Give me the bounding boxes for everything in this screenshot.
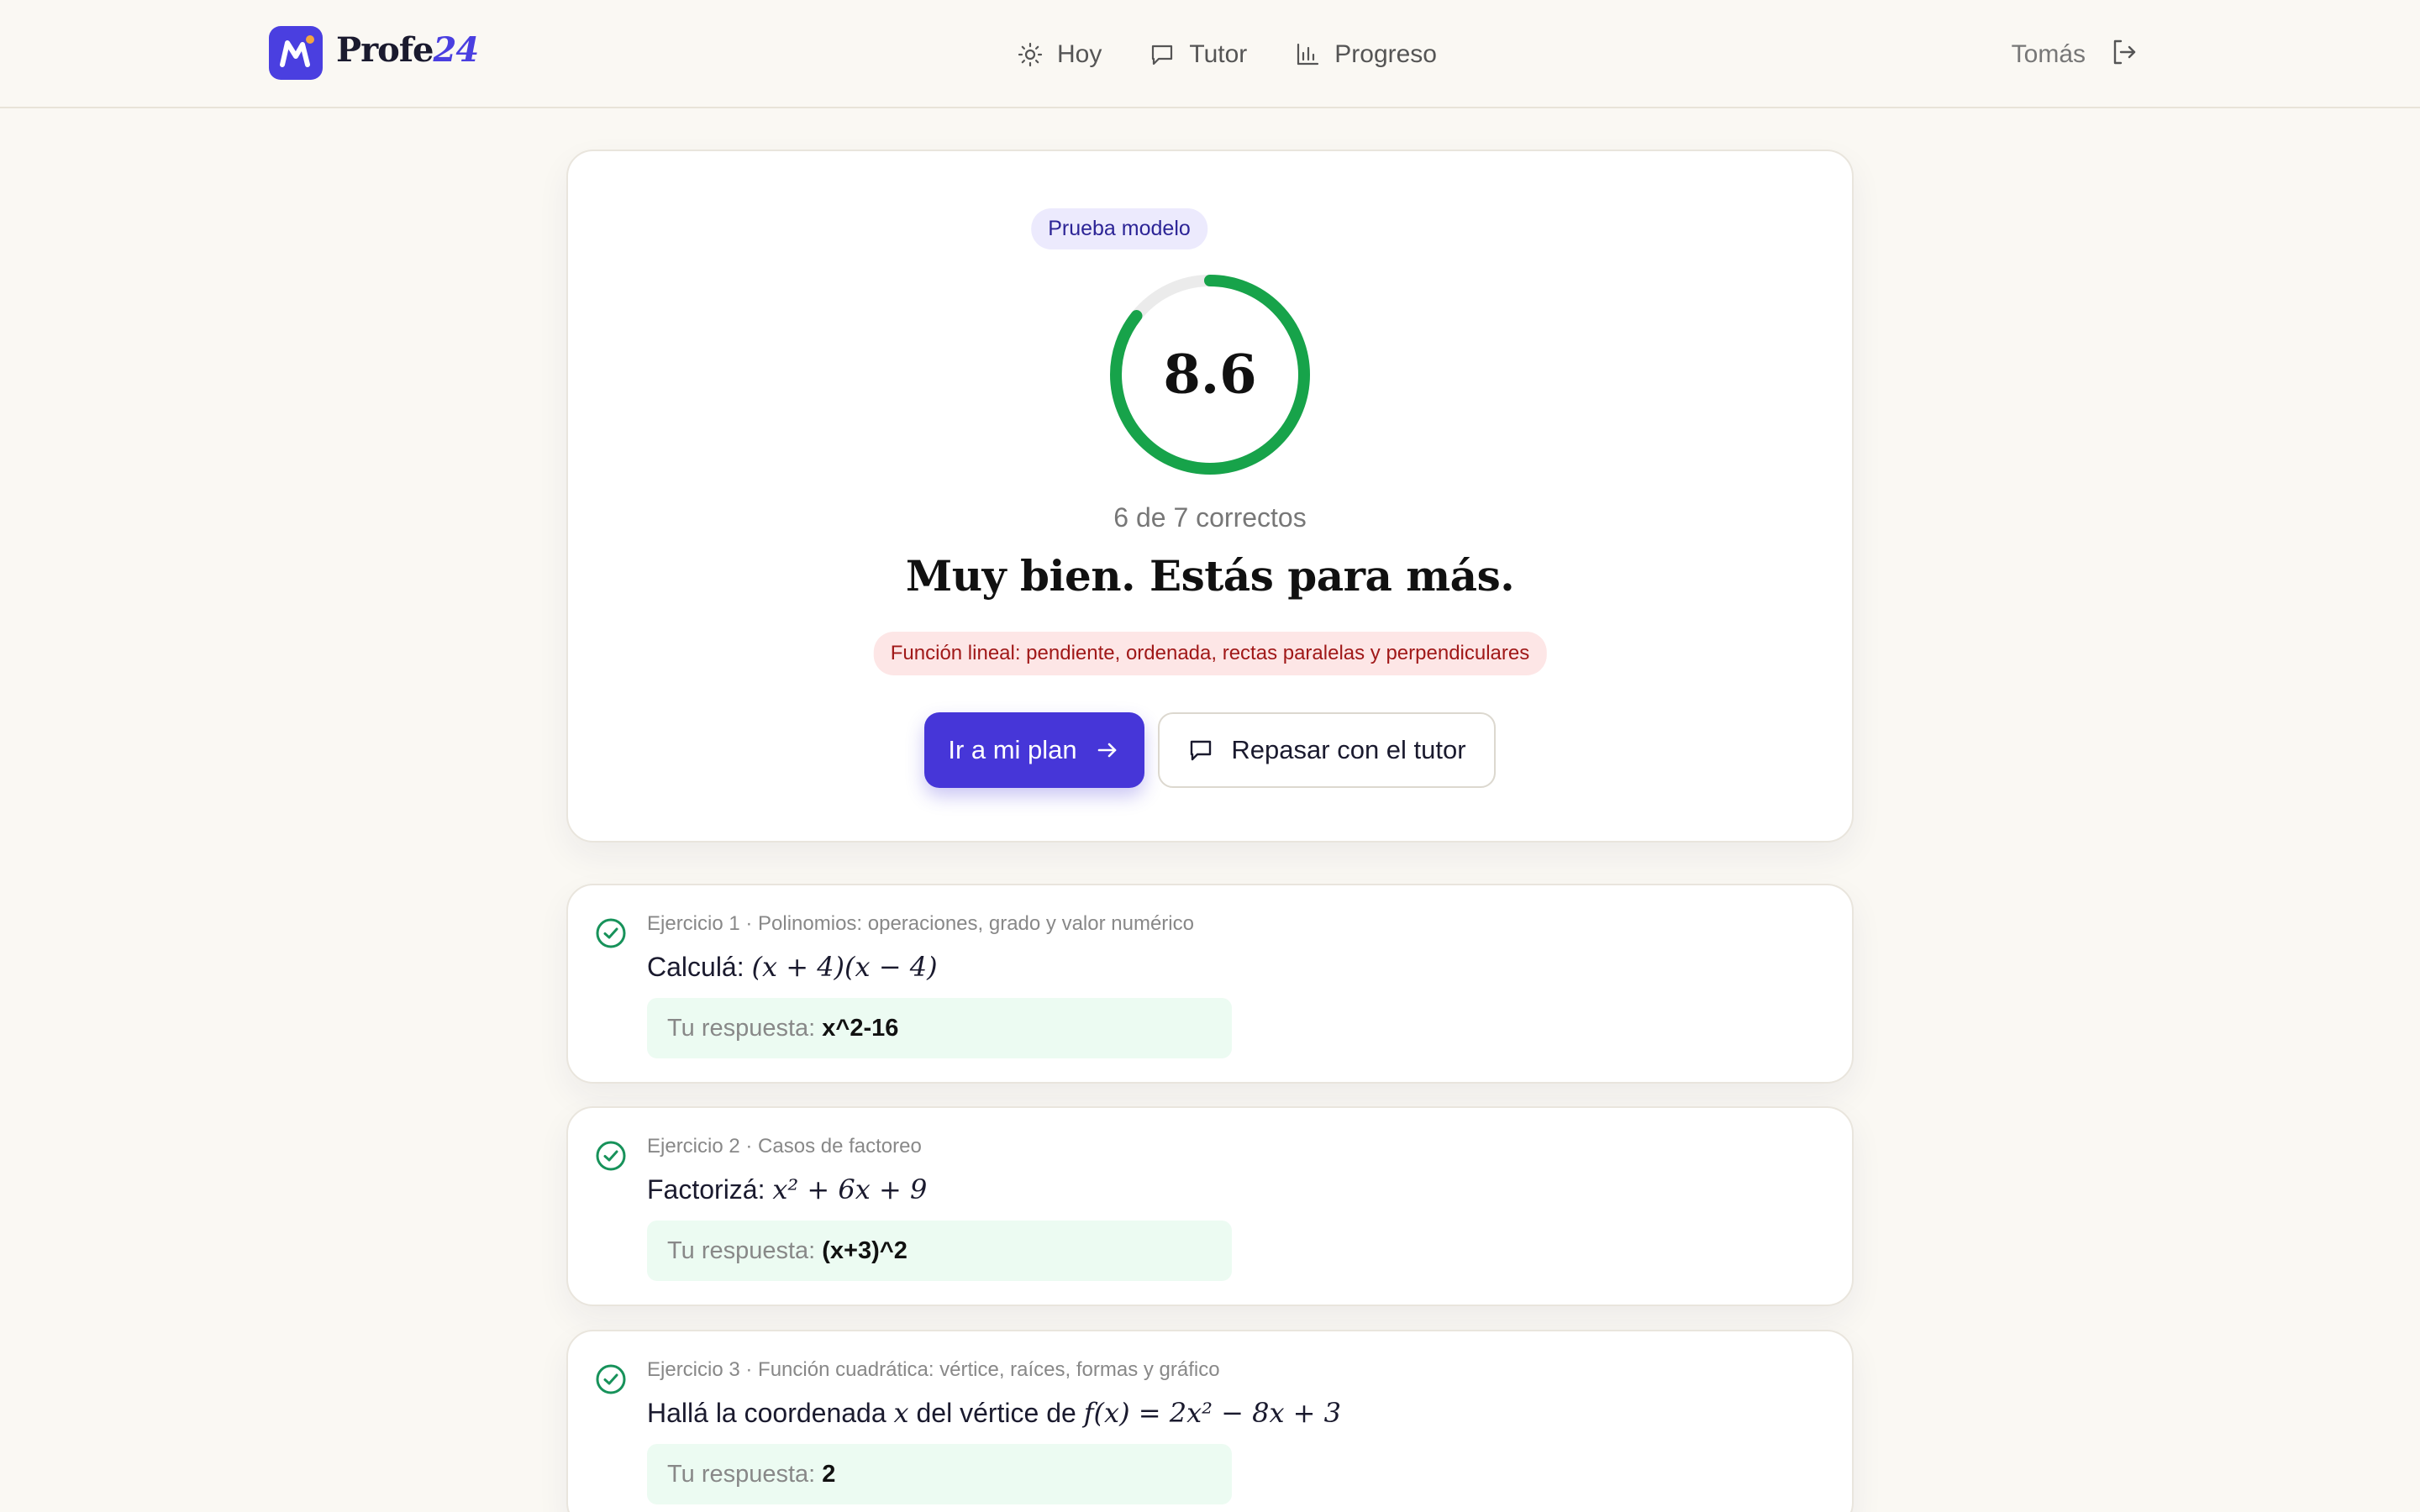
exercise-meta: Ejercicio 3 · Función cuadrática: vértic…	[647, 1358, 1220, 1381]
exercise-card-3: Ejercicio 3 · Función cuadrática: vértic…	[566, 1330, 1854, 1512]
correct-count: 6 de 7 correctos	[1113, 502, 1307, 533]
logo-wordmark[interactable]: Profe24	[336, 30, 479, 70]
answer-label: Tu respuesta:	[667, 1236, 816, 1264]
exercise-meta: Ejercicio 2 · Casos de factoreo	[647, 1135, 922, 1158]
exercise-meta: Ejercicio 1 · Polinomios: operaciones, g…	[647, 912, 1194, 935]
chat-icon	[1152, 45, 1173, 66]
logo-icon[interactable]	[269, 26, 323, 80]
answer-value: x^2-16	[822, 1014, 899, 1042]
exercise-card-2: Ejercicio 2 · Casos de factoreo Factoriz…	[566, 1106, 1854, 1306]
go-to-plan-button[interactable]: Ir a mi plan	[924, 712, 1144, 788]
user-answer: Tu respuesta: x^2-16	[647, 998, 1232, 1058]
user-name[interactable]: Tomás	[2012, 40, 2086, 69]
check-circle-icon	[596, 1364, 626, 1394]
answer-value: (x+3)^2	[822, 1236, 908, 1264]
score-value: 8.6	[1163, 343, 1257, 407]
nav-item-hoy[interactable]: Hoy	[1017, 34, 1102, 76]
exercise-question: Calculá: (x + 4)(x − 4)	[647, 951, 938, 983]
logout-icon[interactable]	[2109, 37, 2139, 71]
nav-item-progreso[interactable]: Progreso	[1294, 34, 1437, 76]
question-math-var: x	[893, 1397, 909, 1429]
chat-icon	[1191, 740, 1212, 761]
answer-label: Tu respuesta:	[667, 1460, 816, 1488]
answer-value: 2	[822, 1460, 836, 1488]
question-math: x² + 6x + 9	[772, 1173, 928, 1205]
exercise-question: Hallá la coordenada x del vértice de f(x…	[647, 1397, 1341, 1429]
user-area: Tomás	[2012, 37, 2139, 71]
top-navigation-bar: Profe24 Hoy Tutor Progreso Tomás	[0, 0, 2420, 108]
question-prompt-2: del vértice de	[916, 1398, 1076, 1428]
check-circle-icon	[596, 918, 626, 948]
nav-label: Progreso	[1334, 40, 1437, 68]
user-answer: Tu respuesta: (x+3)^2	[647, 1221, 1232, 1281]
user-answer: Tu respuesta: 2	[647, 1444, 1232, 1504]
check-circle-icon	[596, 1141, 626, 1171]
nav-item-tutor[interactable]: Tutor	[1149, 34, 1247, 76]
review-with-tutor-button[interactable]: Repasar con el tutor	[1158, 712, 1496, 788]
question-prompt: Factorizá:	[647, 1174, 765, 1205]
weak-topic-pill: Función lineal: pendiente, ordenada, rec…	[873, 632, 1547, 675]
nav-label: Tutor	[1189, 40, 1248, 68]
question-prompt: Calculá:	[647, 952, 744, 982]
arrow-right-icon	[1097, 743, 1116, 758]
nav-label: Hoy	[1057, 40, 1102, 68]
exercise-question: Factorizá: x² + 6x + 9	[647, 1173, 927, 1205]
question-prompt: Hallá la coordenada	[647, 1398, 886, 1428]
answer-label: Tu respuesta:	[667, 1014, 816, 1042]
question-math: f(x) = 2x² − 8x + 3	[1083, 1397, 1342, 1429]
question-math: (x + 4)(x − 4)	[751, 951, 938, 983]
result-headline: Muy bien. Estás para más.	[905, 551, 1515, 601]
bar-chart-icon	[1297, 43, 1319, 66]
exercise-card-1: Ejercicio 1 · Polinomios: operaciones, g…	[566, 884, 1854, 1084]
test-type-badge: Prueba modelo	[1031, 208, 1207, 249]
main-nav: Hoy Tutor Progreso	[1017, 34, 1437, 76]
button-label: Ir a mi plan	[948, 735, 1077, 764]
sun-icon	[1018, 42, 1043, 67]
button-label: Repasar con el tutor	[1231, 735, 1466, 764]
